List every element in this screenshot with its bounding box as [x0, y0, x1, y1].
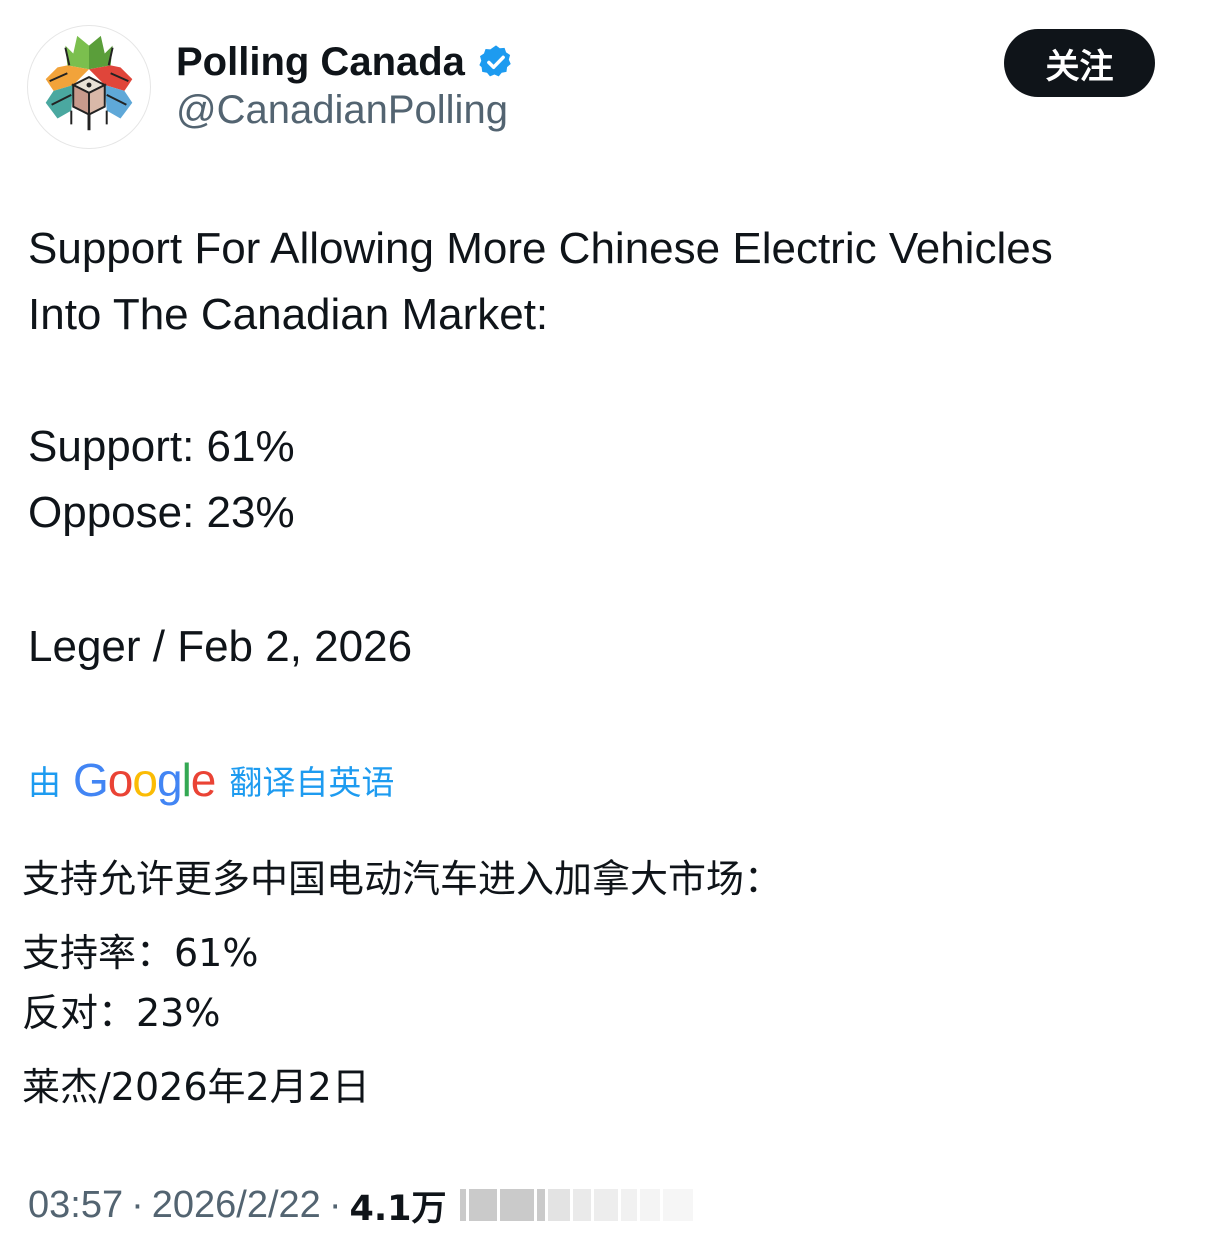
- translated-source-line: 莱杰/2026年2月2日: [22, 1065, 370, 1109]
- tweet-source-line: Leger / Feb 2, 2026: [28, 622, 413, 671]
- translation-attribution[interactable]: 由 Google 翻译自英语: [28, 752, 394, 808]
- translation-suffix: 翻译自英语: [229, 763, 395, 802]
- translated-title: 支持允许更多中国电动汽车进入加拿大市场：: [22, 857, 783, 901]
- verified-badge-icon[interactable]: [477, 43, 515, 81]
- tweet-title-line-2: Into The Canadian Market:: [28, 290, 549, 339]
- maple-leaf-logo-icon: [45, 35, 133, 131]
- tweet-title-line-1: Support For Allowing More Chinese Electr…: [28, 224, 1053, 273]
- translated-oppose-line: 反对：23%: [22, 991, 221, 1035]
- tweet-oppose-line: Oppose: 23%: [28, 488, 295, 537]
- follow-button[interactable]: 关注: [1004, 29, 1155, 97]
- google-logo: Google: [73, 754, 216, 806]
- author-avatar[interactable]: [27, 25, 151, 149]
- translated-support-line: 支持率：61%: [22, 931, 259, 975]
- author-name-row: Polling Canada: [176, 38, 515, 86]
- tweet-header: Polling Canada @CanadianPolling 关注: [0, 0, 1206, 160]
- author-handle[interactable]: @CanadianPolling: [176, 88, 508, 133]
- tweet-time[interactable]: 03:57: [28, 1184, 123, 1227]
- redacted-views-label: [460, 1185, 696, 1225]
- author-display-name[interactable]: Polling Canada: [176, 40, 465, 85]
- tweet-support-line: Support: 61%: [28, 422, 295, 471]
- meta-separator: ·: [131, 1183, 144, 1226]
- translation-prefix: 由: [28, 763, 61, 802]
- views-count[interactable]: 4.1万: [349, 1180, 446, 1231]
- meta-separator: ·: [328, 1183, 342, 1226]
- tweet-meta: 03:57 · 2026/2/22 · 4.1万: [28, 1180, 696, 1230]
- tweet-date[interactable]: 2026/2/22: [152, 1184, 321, 1227]
